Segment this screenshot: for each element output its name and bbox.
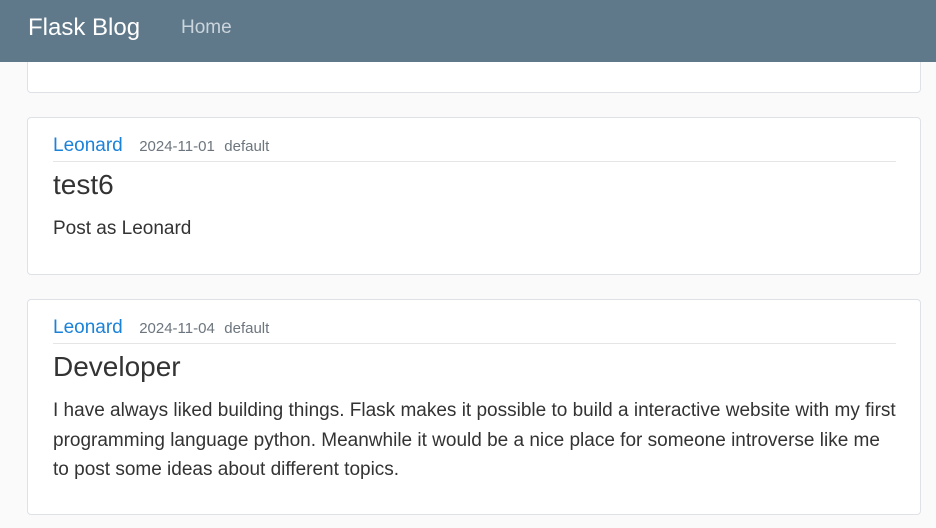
post-date: 2024-11-01 bbox=[139, 138, 215, 155]
post-category: default bbox=[224, 138, 270, 155]
brand-link[interactable]: Flask Blog bbox=[28, 13, 140, 43]
post-title[interactable]: Developer bbox=[53, 352, 181, 382]
post-meta: Leonard 2024-11-04 default bbox=[53, 316, 896, 344]
post-title[interactable]: test6 bbox=[53, 170, 114, 200]
post-date: 2024-11-04 bbox=[139, 320, 215, 337]
post-content: I have always liked building things. Fla… bbox=[53, 400, 896, 480]
nav-home-link[interactable]: Home bbox=[181, 16, 232, 40]
post-card: Leonard 2024-11-01 default test6 Post as… bbox=[27, 117, 921, 275]
post-card: Leonard 2024-11-04 default Developer I h… bbox=[27, 299, 921, 515]
author-link[interactable]: Leonard bbox=[53, 317, 123, 338]
navbar: Flask Blog Home bbox=[0, 0, 936, 62]
post-content: Post as Leonard bbox=[53, 218, 192, 239]
post-category: default bbox=[224, 320, 270, 337]
author-link[interactable]: Leonard bbox=[53, 135, 123, 156]
post-meta: Leonard 2024-11-01 default bbox=[53, 134, 896, 162]
